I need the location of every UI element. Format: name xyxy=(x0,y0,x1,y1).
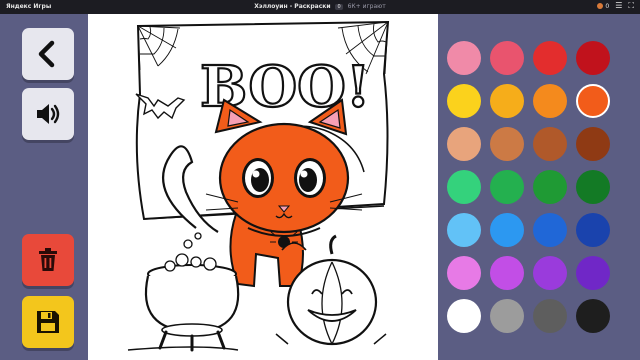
color-swatch[interactable] xyxy=(576,299,610,333)
color-swatch[interactable] xyxy=(576,213,610,247)
cobweb-left xyxy=(137,25,181,71)
color-swatch[interactable] xyxy=(490,41,524,75)
color-swatch[interactable] xyxy=(576,127,610,161)
fullscreen-icon[interactable]: ⛶ xyxy=(628,2,634,10)
back-button[interactable] xyxy=(22,28,74,80)
bat xyxy=(135,93,186,120)
color-swatch[interactable] xyxy=(533,170,567,204)
color-swatch[interactable] xyxy=(490,170,524,204)
color-swatch[interactable] xyxy=(576,256,610,290)
color-swatch[interactable] xyxy=(576,170,610,204)
topbar-actions: 0 ☰ ⛶ xyxy=(597,2,634,10)
game-title: Хэллоуин - Раскраски xyxy=(254,3,331,10)
color-swatch[interactable] xyxy=(490,213,524,247)
clear-button[interactable] xyxy=(22,234,74,286)
color-swatch[interactable] xyxy=(447,299,481,333)
coin-icon xyxy=(597,3,604,9)
title-area: Хэллоуин - Раскраски 0 6К+ играют xyxy=(0,3,640,10)
coins-count: 0 xyxy=(605,2,610,10)
chevron-left-icon xyxy=(38,40,55,68)
left-toolbar xyxy=(0,14,88,360)
color-palette xyxy=(438,14,640,360)
color-swatch[interactable] xyxy=(447,84,481,118)
players-count: 6К+ играют xyxy=(347,3,386,10)
coins-display[interactable]: 0 xyxy=(597,3,609,10)
color-swatch[interactable] xyxy=(533,256,567,290)
top-bar: Яндекс Игры Хэллоуин - Раскраски 0 6К+ и… xyxy=(0,0,640,14)
color-swatch[interactable] xyxy=(447,170,481,204)
color-swatch[interactable] xyxy=(447,127,481,161)
color-swatch[interactable] xyxy=(490,256,524,290)
color-swatch[interactable] xyxy=(447,41,481,75)
color-swatch[interactable] xyxy=(447,256,481,290)
color-swatch[interactable] xyxy=(490,299,524,333)
save-button[interactable] xyxy=(22,296,74,348)
color-swatch[interactable] xyxy=(533,84,567,118)
color-swatch[interactable] xyxy=(533,127,567,161)
color-swatch[interactable] xyxy=(533,213,567,247)
color-swatch[interactable] xyxy=(490,84,524,118)
menu-icon[interactable]: ☰ xyxy=(615,2,622,10)
floppy-disk-icon xyxy=(37,311,59,333)
color-swatch[interactable] xyxy=(576,41,610,75)
halloween-cat-picture: BOO! xyxy=(127,20,390,352)
color-swatch[interactable] xyxy=(447,213,481,247)
speaker-icon xyxy=(37,104,60,124)
sound-button[interactable] xyxy=(22,88,74,140)
trash-icon xyxy=(39,248,57,271)
version-badge: 0 xyxy=(335,4,343,10)
color-swatch[interactable] xyxy=(533,299,567,333)
color-swatch[interactable] xyxy=(490,127,524,161)
coloring-canvas[interactable]: BOO! xyxy=(88,14,438,360)
color-swatch[interactable] xyxy=(576,84,610,118)
color-swatch[interactable] xyxy=(533,41,567,75)
